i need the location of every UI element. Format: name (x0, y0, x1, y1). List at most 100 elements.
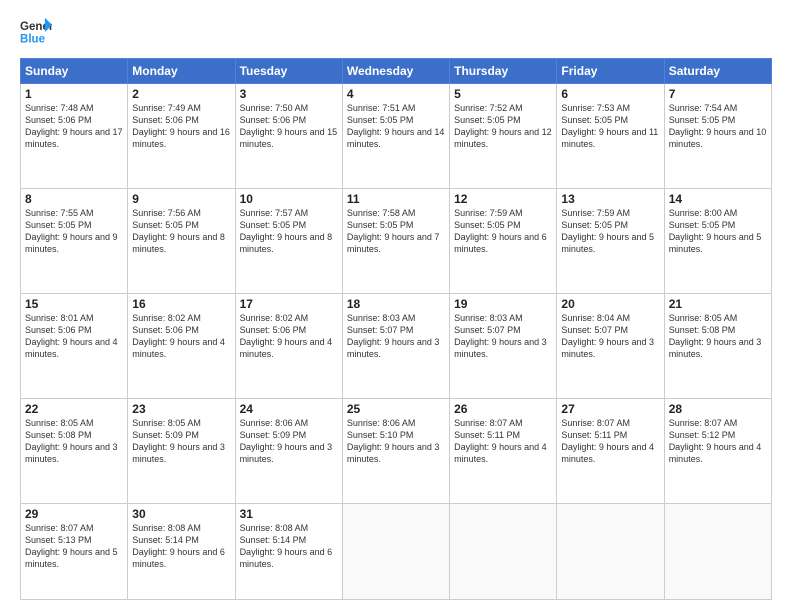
day-info: Sunrise: 8:02 AMSunset: 5:06 PMDaylight:… (132, 312, 230, 361)
day-number: 5 (454, 87, 552, 101)
day-cell: 16Sunrise: 8:02 AMSunset: 5:06 PMDayligh… (128, 293, 235, 398)
day-info: Sunrise: 8:07 AMSunset: 5:11 PMDaylight:… (561, 417, 659, 466)
day-cell: 6Sunrise: 7:53 AMSunset: 5:05 PMDaylight… (557, 84, 664, 189)
day-cell: 31Sunrise: 8:08 AMSunset: 5:14 PMDayligh… (235, 503, 342, 599)
day-info: Sunrise: 8:00 AMSunset: 5:05 PMDaylight:… (669, 207, 767, 256)
calendar-table: SundayMondayTuesdayWednesdayThursdayFrid… (20, 58, 772, 600)
day-info: Sunrise: 8:06 AMSunset: 5:10 PMDaylight:… (347, 417, 445, 466)
day-number: 9 (132, 192, 230, 206)
day-cell: 20Sunrise: 8:04 AMSunset: 5:07 PMDayligh… (557, 293, 664, 398)
page: General Blue SundayMondayTuesdayWednesda… (0, 0, 792, 612)
day-info: Sunrise: 7:58 AMSunset: 5:05 PMDaylight:… (347, 207, 445, 256)
day-info: Sunrise: 7:54 AMSunset: 5:05 PMDaylight:… (669, 102, 767, 151)
day-number: 1 (25, 87, 123, 101)
day-cell: 19Sunrise: 8:03 AMSunset: 5:07 PMDayligh… (450, 293, 557, 398)
day-info: Sunrise: 7:48 AMSunset: 5:06 PMDaylight:… (25, 102, 123, 151)
day-number: 28 (669, 402, 767, 416)
header: General Blue (20, 16, 772, 48)
day-cell: 30Sunrise: 8:08 AMSunset: 5:14 PMDayligh… (128, 503, 235, 599)
day-cell: 7Sunrise: 7:54 AMSunset: 5:05 PMDaylight… (664, 84, 771, 189)
day-cell: 2Sunrise: 7:49 AMSunset: 5:06 PMDaylight… (128, 84, 235, 189)
day-cell: 14Sunrise: 8:00 AMSunset: 5:05 PMDayligh… (664, 188, 771, 293)
day-info: Sunrise: 8:08 AMSunset: 5:14 PMDaylight:… (240, 522, 338, 571)
day-header-tuesday: Tuesday (235, 59, 342, 84)
day-number: 23 (132, 402, 230, 416)
day-cell: 13Sunrise: 7:59 AMSunset: 5:05 PMDayligh… (557, 188, 664, 293)
day-info: Sunrise: 7:59 AMSunset: 5:05 PMDaylight:… (561, 207, 659, 256)
day-info: Sunrise: 8:05 AMSunset: 5:09 PMDaylight:… (132, 417, 230, 466)
day-number: 8 (25, 192, 123, 206)
day-cell: 11Sunrise: 7:58 AMSunset: 5:05 PMDayligh… (342, 188, 449, 293)
day-cell: 10Sunrise: 7:57 AMSunset: 5:05 PMDayligh… (235, 188, 342, 293)
day-number: 20 (561, 297, 659, 311)
day-number: 15 (25, 297, 123, 311)
day-cell: 4Sunrise: 7:51 AMSunset: 5:05 PMDaylight… (342, 84, 449, 189)
day-info: Sunrise: 8:05 AMSunset: 5:08 PMDaylight:… (669, 312, 767, 361)
day-number: 7 (669, 87, 767, 101)
svg-text:Blue: Blue (20, 34, 46, 46)
day-cell: 22Sunrise: 8:05 AMSunset: 5:08 PMDayligh… (21, 398, 128, 503)
day-info: Sunrise: 7:49 AMSunset: 5:06 PMDaylight:… (132, 102, 230, 151)
day-info: Sunrise: 8:08 AMSunset: 5:14 PMDaylight:… (132, 522, 230, 571)
day-cell: 24Sunrise: 8:06 AMSunset: 5:09 PMDayligh… (235, 398, 342, 503)
day-cell: 28Sunrise: 8:07 AMSunset: 5:12 PMDayligh… (664, 398, 771, 503)
day-number: 4 (347, 87, 445, 101)
calendar-header-row: SundayMondayTuesdayWednesdayThursdayFrid… (21, 59, 772, 84)
day-header-wednesday: Wednesday (342, 59, 449, 84)
day-cell (450, 503, 557, 599)
day-header-monday: Monday (128, 59, 235, 84)
day-info: Sunrise: 7:55 AMSunset: 5:05 PMDaylight:… (25, 207, 123, 256)
day-number: 24 (240, 402, 338, 416)
day-cell: 23Sunrise: 8:05 AMSunset: 5:09 PMDayligh… (128, 398, 235, 503)
day-number: 12 (454, 192, 552, 206)
day-number: 17 (240, 297, 338, 311)
day-number: 29 (25, 507, 123, 521)
day-number: 30 (132, 507, 230, 521)
day-info: Sunrise: 8:04 AMSunset: 5:07 PMDaylight:… (561, 312, 659, 361)
day-number: 6 (561, 87, 659, 101)
day-info: Sunrise: 7:57 AMSunset: 5:05 PMDaylight:… (240, 207, 338, 256)
day-number: 25 (347, 402, 445, 416)
day-cell (557, 503, 664, 599)
day-cell: 29Sunrise: 8:07 AMSunset: 5:13 PMDayligh… (21, 503, 128, 599)
day-number: 13 (561, 192, 659, 206)
day-info: Sunrise: 8:02 AMSunset: 5:06 PMDaylight:… (240, 312, 338, 361)
day-header-friday: Friday (557, 59, 664, 84)
day-number: 18 (347, 297, 445, 311)
day-cell: 25Sunrise: 8:06 AMSunset: 5:10 PMDayligh… (342, 398, 449, 503)
week-row-4: 22Sunrise: 8:05 AMSunset: 5:08 PMDayligh… (21, 398, 772, 503)
day-cell: 26Sunrise: 8:07 AMSunset: 5:11 PMDayligh… (450, 398, 557, 503)
week-row-3: 15Sunrise: 8:01 AMSunset: 5:06 PMDayligh… (21, 293, 772, 398)
day-cell: 15Sunrise: 8:01 AMSunset: 5:06 PMDayligh… (21, 293, 128, 398)
day-header-saturday: Saturday (664, 59, 771, 84)
calendar-body: 1Sunrise: 7:48 AMSunset: 5:06 PMDaylight… (21, 84, 772, 600)
day-number: 21 (669, 297, 767, 311)
day-info: Sunrise: 7:56 AMSunset: 5:05 PMDaylight:… (132, 207, 230, 256)
day-number: 16 (132, 297, 230, 311)
day-number: 31 (240, 507, 338, 521)
day-cell: 9Sunrise: 7:56 AMSunset: 5:05 PMDaylight… (128, 188, 235, 293)
logo-icon: General Blue (20, 16, 52, 48)
day-number: 26 (454, 402, 552, 416)
day-info: Sunrise: 7:52 AMSunset: 5:05 PMDaylight:… (454, 102, 552, 151)
week-row-1: 1Sunrise: 7:48 AMSunset: 5:06 PMDaylight… (21, 84, 772, 189)
day-cell: 1Sunrise: 7:48 AMSunset: 5:06 PMDaylight… (21, 84, 128, 189)
day-header-sunday: Sunday (21, 59, 128, 84)
day-info: Sunrise: 8:07 AMSunset: 5:13 PMDaylight:… (25, 522, 123, 571)
week-row-5: 29Sunrise: 8:07 AMSunset: 5:13 PMDayligh… (21, 503, 772, 599)
day-number: 10 (240, 192, 338, 206)
day-info: Sunrise: 8:05 AMSunset: 5:08 PMDaylight:… (25, 417, 123, 466)
day-info: Sunrise: 8:01 AMSunset: 5:06 PMDaylight:… (25, 312, 123, 361)
day-number: 2 (132, 87, 230, 101)
day-number: 3 (240, 87, 338, 101)
day-info: Sunrise: 8:07 AMSunset: 5:12 PMDaylight:… (669, 417, 767, 466)
day-info: Sunrise: 7:50 AMSunset: 5:06 PMDaylight:… (240, 102, 338, 151)
day-cell (342, 503, 449, 599)
day-info: Sunrise: 7:59 AMSunset: 5:05 PMDaylight:… (454, 207, 552, 256)
day-cell: 8Sunrise: 7:55 AMSunset: 5:05 PMDaylight… (21, 188, 128, 293)
day-cell: 21Sunrise: 8:05 AMSunset: 5:08 PMDayligh… (664, 293, 771, 398)
day-number: 19 (454, 297, 552, 311)
day-info: Sunrise: 8:03 AMSunset: 5:07 PMDaylight:… (347, 312, 445, 361)
day-info: Sunrise: 7:53 AMSunset: 5:05 PMDaylight:… (561, 102, 659, 151)
day-number: 14 (669, 192, 767, 206)
